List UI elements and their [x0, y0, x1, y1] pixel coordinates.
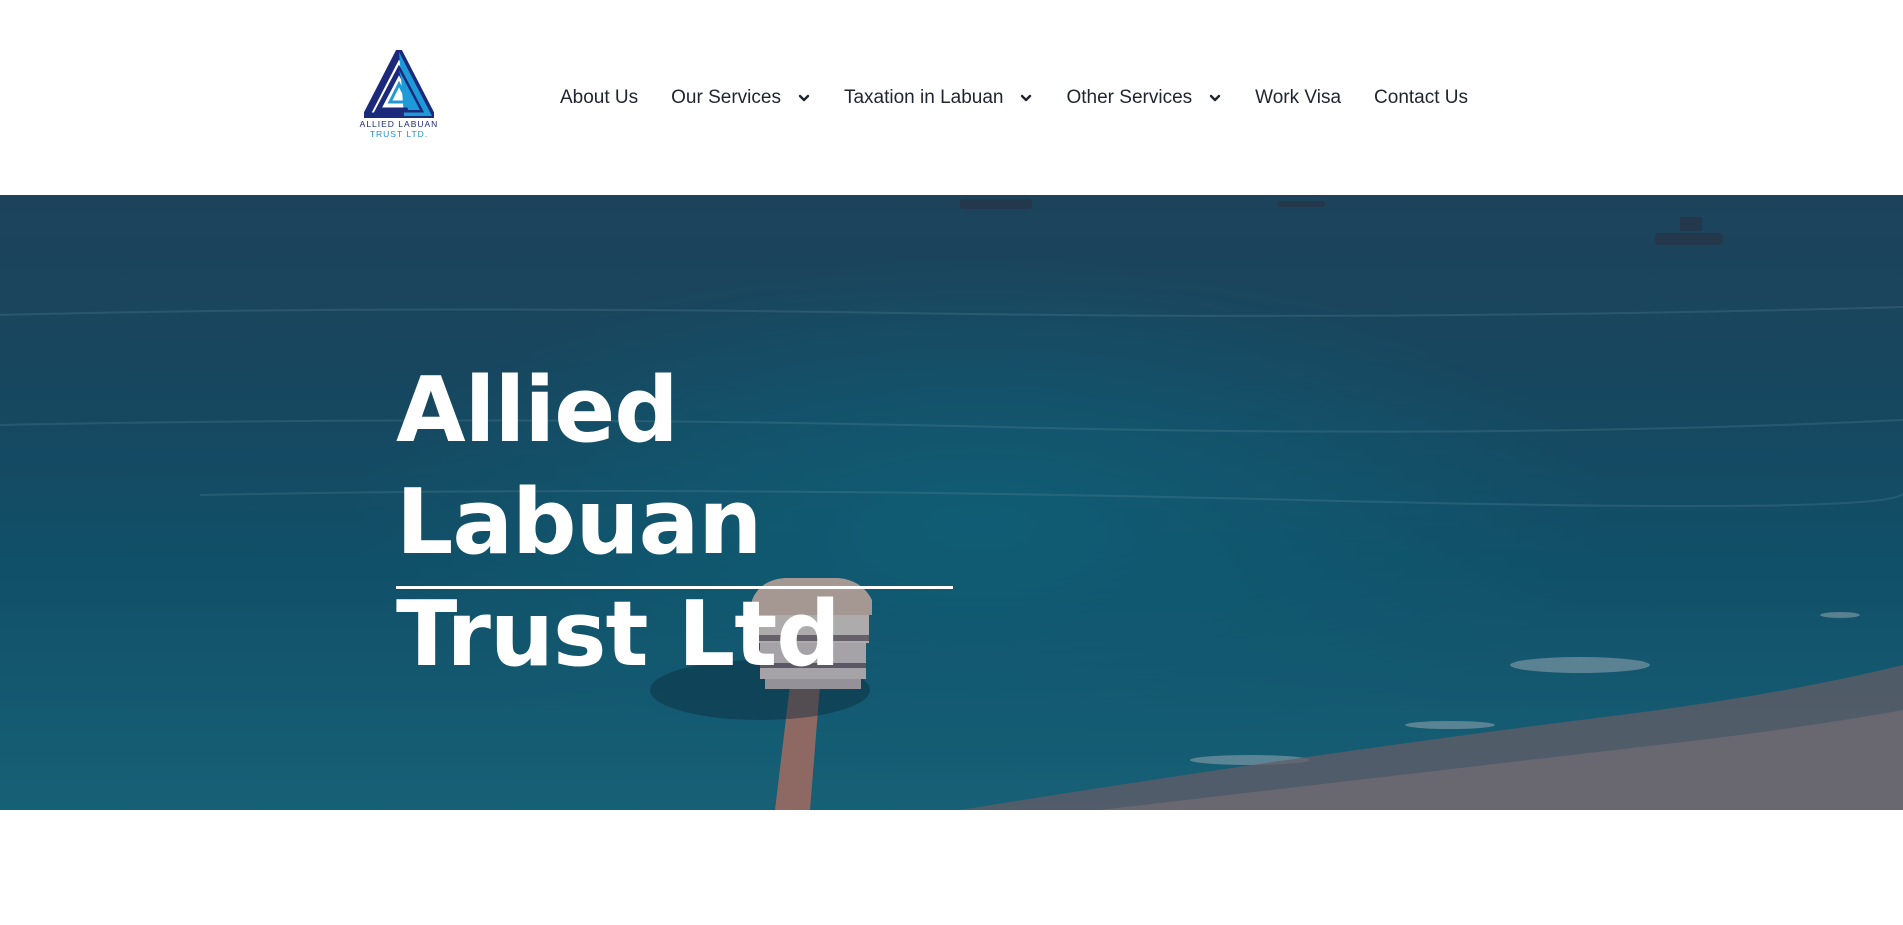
- logo-text-line2: TRUST LTD.: [369, 129, 429, 139]
- nav-other-services-label: Other Services: [1066, 87, 1193, 108]
- nav-our-services-label: Our Services: [671, 87, 781, 108]
- nav-taxation-label: Taxation in Labuan: [843, 87, 1004, 108]
- chevron-down-icon[interactable]: [797, 91, 811, 105]
- nav-taxation-in-labuan[interactable]: Taxation in Labuan: [844, 80, 1034, 116]
- nav-work-visa-label: Work Visa: [1255, 87, 1342, 108]
- nav-our-services[interactable]: Our Services: [671, 80, 811, 116]
- hero-banner: Allied Labuan Trust Ltd: [0, 195, 1903, 810]
- site-header: ALLIED LABUAN TRUST LTD. About Us Our Se…: [0, 0, 1903, 195]
- hero-title-line1: Allied Labuan: [396, 358, 762, 575]
- nav-about-us-label: About Us: [560, 87, 639, 108]
- nav-contact-us-label: Contact Us: [1374, 87, 1469, 108]
- hero-title: Allied Labuan Trust Ltd: [396, 355, 1036, 691]
- site-logo[interactable]: ALLIED LABUAN TRUST LTD.: [353, 50, 445, 145]
- nav-work-visa[interactable]: Work Visa: [1255, 80, 1341, 116]
- logo-text-line1: ALLIED LABUAN: [359, 119, 439, 129]
- nav-about-us[interactable]: About Us: [560, 80, 638, 116]
- triangle-logo-icon: [364, 50, 434, 118]
- chevron-down-icon[interactable]: [1019, 91, 1033, 105]
- nav-other-services[interactable]: Other Services: [1066, 80, 1222, 116]
- hero-underline-divider: [396, 586, 953, 589]
- hero-title-line2: Trust Ltd: [396, 582, 841, 687]
- nav-contact-us[interactable]: Contact Us: [1374, 80, 1468, 116]
- chevron-down-icon[interactable]: [1208, 91, 1222, 105]
- main-nav: About Us Our Services Taxation in Labuan…: [560, 80, 1468, 116]
